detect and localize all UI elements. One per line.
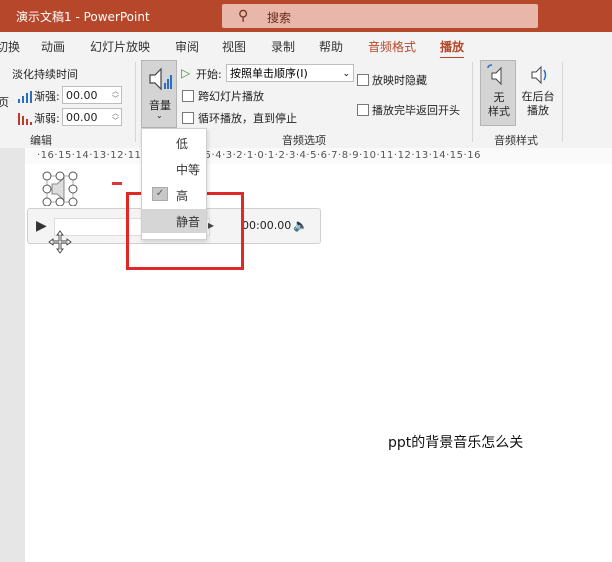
speaker-background-icon — [527, 63, 551, 91]
start-dropdown-value: 按照单击顺序(I) — [230, 67, 308, 80]
hide-during-show-checkbox[interactable] — [357, 74, 369, 86]
left-margin — [0, 148, 25, 562]
group-separator — [472, 62, 473, 142]
fade-in-spinner[interactable]: ︿ ﹀ — [112, 87, 119, 103]
audio-style-group-label: 音频样式 — [494, 134, 538, 147]
edit-group-label: 编辑 — [30, 134, 52, 147]
fade-in-label: 渐强: — [34, 90, 60, 103]
play-icon[interactable]: ▶ — [36, 218, 47, 234]
tab-animations[interactable]: 动画 — [41, 38, 65, 55]
play-in-background-button[interactable]: 在后台 播放 — [518, 60, 558, 126]
fade-in-input[interactable]: 00.00 ︿ ﹀ — [62, 86, 122, 104]
player-time: 00:00.00 — [242, 219, 292, 232]
tab-transitions[interactable]: 切换 — [0, 38, 20, 55]
search-icon: ⚲ — [238, 8, 249, 24]
volume-medium-label: 中等 — [176, 163, 201, 177]
background-label: 在后台 播放 — [521, 90, 555, 117]
fade-in-icon — [18, 88, 32, 103]
tab-slideshow[interactable]: 幻灯片放映 — [90, 38, 150, 55]
fade-out-icon — [18, 110, 32, 125]
play-start-icon: ▷ — [181, 66, 191, 80]
start-dropdown[interactable]: 按照单击顺序(I) ⌄ — [226, 64, 354, 82]
fade-out-spinner[interactable]: ︿ ﹀ — [112, 109, 119, 125]
fade-in-value: 00.00 — [66, 89, 98, 102]
slide-caption: ppt的背景音乐怎么关 — [388, 435, 524, 451]
window-title: 演示文稿1 - PowerPoint — [16, 10, 150, 24]
red-dash-marker — [112, 182, 122, 185]
clipped-label: 页 — [0, 96, 9, 109]
cross-slides-checkbox[interactable] — [182, 90, 194, 102]
volume-low-option[interactable]: 低 — [142, 131, 206, 155]
fade-out-input[interactable]: 00.00 ︿ ﹀ — [62, 108, 122, 126]
hide-during-show-label: 放映时隐藏 — [372, 74, 427, 87]
tab-help[interactable]: 帮助 — [319, 38, 343, 55]
fade-out-value: 00.00 — [66, 111, 98, 124]
volume-high-label: 高 — [176, 189, 189, 203]
speaker-reset-icon — [486, 64, 510, 92]
chevron-down-icon: ⌄ — [156, 111, 163, 120]
volume-mute-label: 静音 — [176, 215, 201, 229]
start-label: 开始: — [196, 68, 222, 81]
ribbon-tabs: 切换 动画 幻灯片放映 审阅 视图 录制 帮助 音频格式 播放 — [0, 32, 612, 60]
fade-out-label: 渐弱: — [34, 112, 60, 125]
move-handle-icon[interactable] — [48, 230, 72, 254]
audio-object[interactable] — [40, 170, 80, 207]
speaker-icon[interactable]: 🔈 — [293, 218, 308, 232]
rewind-label: 播放完毕返回开头 — [372, 104, 460, 117]
group-separator — [135, 62, 136, 142]
title-bar: 演示文稿1 - PowerPoint ⚲ 搜索 — [0, 0, 612, 32]
volume-medium-option[interactable]: 中等 — [142, 157, 206, 181]
tab-audio-format[interactable]: 音频格式 — [368, 38, 416, 55]
loop-checkbox[interactable] — [182, 112, 194, 124]
no-style-button[interactable]: 无 样式 — [480, 60, 516, 126]
volume-mute-option[interactable]: 静音 — [142, 209, 206, 233]
chevron-down-icon: ⌄ — [342, 69, 350, 79]
volume-button[interactable]: 音量 ⌄ — [141, 60, 177, 128]
tab-playback[interactable]: 播放 — [440, 38, 465, 60]
cross-slides-label: 跨幻灯片播放 — [198, 90, 264, 103]
no-style-label: 无 样式 — [488, 91, 510, 118]
volume-icon — [147, 65, 175, 97]
search-placeholder: 搜索 — [267, 11, 292, 25]
horizontal-ruler: ·16·15·14·13·12·11·10·9·8·7·6·5·4·3·2·1·… — [25, 148, 612, 165]
tab-record[interactable]: 录制 — [271, 38, 295, 55]
ruler-labels: ·16·15·14·13·12·11·10·9·8·7·6·5·4·3·2·1·… — [37, 150, 481, 161]
volume-low-label: 低 — [176, 137, 189, 151]
rewind-checkbox[interactable] — [357, 104, 369, 116]
group-separator — [562, 62, 563, 142]
tab-view[interactable]: 视图 — [222, 38, 246, 55]
volume-menu: 低 中等 ✓ 高 静音 — [141, 128, 207, 240]
volume-high-option[interactable]: ✓ 高 — [142, 183, 206, 207]
fade-duration-label: 淡化持续时间 — [12, 68, 78, 81]
audio-options-group-label: 音频选项 — [282, 134, 326, 147]
ribbon: 页 淡化持续时间 渐强: 00.00 ︿ ﹀ 渐弱: 00.00 ︿ ﹀ 编辑 音量… — [0, 58, 612, 149]
tab-review[interactable]: 审阅 — [175, 38, 199, 55]
loop-label: 循环播放，直到停止 — [198, 112, 297, 125]
search-box[interactable]: ⚲ 搜索 — [222, 4, 538, 28]
checkmark-icon: ✓ — [152, 187, 168, 201]
